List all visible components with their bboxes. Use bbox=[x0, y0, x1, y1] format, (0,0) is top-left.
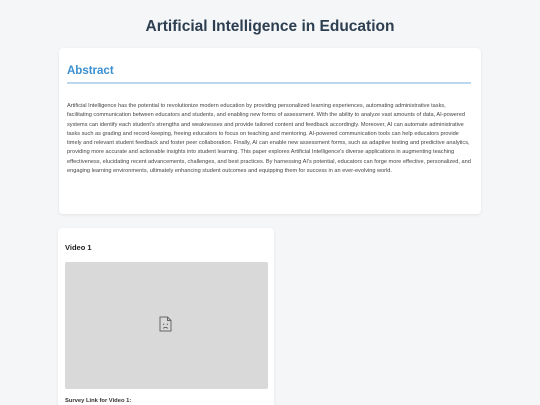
abstract-card: Abstract Artificial Intelligence has the… bbox=[59, 48, 481, 214]
page: Artificial Intelligence in Education Abs… bbox=[0, 0, 540, 405]
video-player[interactable] bbox=[65, 262, 268, 389]
broken-image-icon bbox=[159, 316, 172, 332]
survey-link-label: Survey Link for Video 1: bbox=[65, 398, 132, 404]
abstract-text: Artificial Intelligence has the potentia… bbox=[67, 103, 471, 175]
page-title: Artificial Intelligence in Education bbox=[145, 18, 395, 35]
video-card-1: Video 1 Survey Link for Video 1: bbox=[58, 228, 274, 405]
abstract-heading: Abstract bbox=[67, 65, 114, 77]
video-title: Video 1 bbox=[65, 243, 92, 252]
abstract-divider bbox=[67, 82, 471, 84]
